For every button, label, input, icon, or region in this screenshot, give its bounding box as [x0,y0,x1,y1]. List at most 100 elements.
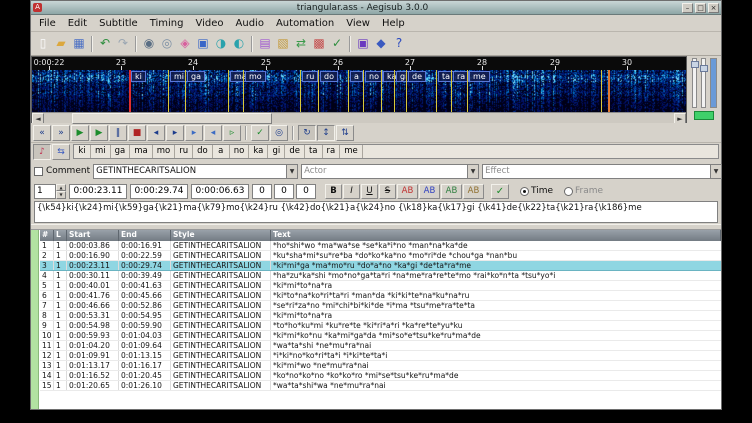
syllable-divider-line[interactable] [381,70,382,112]
menu-audio[interactable]: Audio [230,17,270,30]
menu-help[interactable]: Help [376,17,411,30]
auto-scroll-toggle[interactable]: ↕ [317,125,335,141]
menu-automation[interactable]: Automation [270,17,340,30]
find-icon[interactable]: ◉ [140,35,158,53]
minimize-button[interactable]: – [682,3,693,13]
stop-button[interactable]: ■ [128,125,146,141]
karaoke-syllable-label[interactable]: me [469,71,490,82]
syllable-divider-line[interactable] [348,70,349,112]
resample-resolution-icon[interactable]: ▩ [310,35,328,53]
subtitle-row-5[interactable]: 510:00:40.010:00:41.63GETINTHECARITSALIO… [40,281,721,291]
selection-end-line[interactable] [608,70,610,112]
karaoke-syllable-de[interactable]: de [285,145,305,158]
grid-header-text[interactable]: Text [271,230,721,241]
menu-timing[interactable]: Timing [144,17,190,30]
syllable-divider-line[interactable] [601,70,602,112]
subtitle-row-8[interactable]: 810:00:53.310:00:54.95GETINTHECARITSALIO… [40,311,721,321]
styling-assistant-icon[interactable]: ▧ [274,35,292,53]
scrollbar-track[interactable] [44,113,674,124]
maximize-button[interactable]: □ [695,3,706,13]
shadow-color-button[interactable]: AB [463,184,484,199]
effect-combo[interactable]: Effect ▼ [482,164,722,179]
karaoke-syllable-ta[interactable]: ta [305,145,323,158]
karaoke-syllable-a[interactable]: a [213,145,230,158]
underline-button[interactable]: U [361,184,378,199]
selection-start-line[interactable] [129,70,131,112]
play-last-500ms-button[interactable]: ◂ [204,125,222,141]
actor-combo[interactable]: Actor ▼ [301,164,479,179]
shift-times-icon[interactable]: ◑ [212,35,230,53]
end-time-field[interactable]: 0:00:29.74 [130,184,188,199]
audio-scrollbar[interactable]: ◄ ► [32,112,686,124]
menu-view[interactable]: View [340,17,376,30]
styles-manager-icon[interactable]: ▤ [256,35,274,53]
karaoke-syllable-ki[interactable]: ki [74,145,91,158]
close-button[interactable]: × [708,3,719,13]
subtitle-row-10[interactable]: 1010:00:59.930:01:04.03GETINTHECARITSALI… [40,331,721,341]
h-zoom-thumb[interactable] [691,61,699,68]
play-first-500ms-button[interactable]: ▸ [185,125,203,141]
frame-radio[interactable]: Frame [564,186,603,196]
menu-file[interactable]: File [33,17,62,30]
karaoke-syllable-label[interactable]: do [320,71,338,82]
karaoke-mode-toggle[interactable]: ♪ [33,144,51,160]
karaoke-syllable-mi[interactable]: mi [91,145,111,158]
subtitle-row-4[interactable]: 410:00:30.110:00:39.49GETINTHECARITSALIO… [40,271,721,281]
pause-button[interactable]: ‖ [109,125,127,141]
automation-icon[interactable]: ▣ [354,35,372,53]
grid-header-start[interactable]: Start [67,230,119,241]
combo-arrow-icon[interactable]: ▼ [286,165,297,178]
comment-checkbox[interactable] [34,167,43,176]
play-line-button[interactable]: ▶ [90,125,108,141]
karaoke-syllable-label[interactable]: ki [131,71,146,82]
syllable-divider-line[interactable] [406,70,407,112]
play-to-end-button[interactable]: ▹ [223,125,241,141]
translation-assistant-icon[interactable]: ⇄ [292,35,310,53]
margin-field-3[interactable]: 0 [296,184,316,199]
karaoke-split-button[interactable]: ⇆ [52,144,70,160]
subtitle-row-15[interactable]: 1510:01:20.650:01:26.10GETINTHECARITSALI… [40,381,721,391]
subtitle-text-editor[interactable]: {\k54}ki{\k24}mi{\k59}ga{\k21}ma{\k79}mo… [34,201,718,223]
karaoke-syllable-me[interactable]: me [340,145,363,158]
prev-line-button[interactable]: « [33,125,51,141]
volume-slider[interactable] [710,58,717,108]
layer-spinner[interactable]: 1 ▲ ▼ [34,184,66,199]
syllable-divider-line[interactable] [318,70,319,112]
save-subtitles-icon[interactable]: ▦ [70,35,88,53]
karaoke-syllable-ra[interactable]: ra [323,145,341,158]
margin-field-2[interactable]: 0 [274,184,294,199]
syllable-divider-line[interactable] [394,70,395,112]
karaoke-syllable-ma[interactable]: ma [130,145,153,158]
syllable-divider-line[interactable] [363,70,364,112]
auto-commit-toggle[interactable]: ↻ [298,125,316,141]
timing-postprocessor-icon[interactable]: ◐ [230,35,248,53]
strikeout-button[interactable]: S [379,184,396,199]
redo-icon[interactable]: ↷ [114,35,132,53]
start-time-field[interactable]: 0:00:23.11 [69,184,127,199]
open-subtitles-icon[interactable]: ▰ [52,35,70,53]
syllable-divider-line[interactable] [300,70,301,112]
time-radio[interactable]: Time [520,186,553,196]
new-subtitles-icon[interactable]: ▯ [34,35,52,53]
karaoke-syllable-label[interactable]: ga [187,71,205,82]
primary-color-button[interactable]: AB [397,184,418,199]
menu-video[interactable]: Video [190,17,230,30]
outline-color-button[interactable]: AB [441,184,462,199]
properties-icon[interactable]: ◈ [176,35,194,53]
subtitle-row-14[interactable]: 1410:01:16.520:01:20.45GETINTHECARITSALI… [40,371,721,381]
spell-checker-icon[interactable]: ✓ [328,35,346,53]
play-selection-button[interactable]: ▶ [71,125,89,141]
subtitle-row-6[interactable]: 610:00:41.760:00:45.66GETINTHECARITSALIO… [40,291,721,301]
bold-button[interactable]: B [325,184,342,199]
subtitle-row-7[interactable]: 710:00:46.660:00:52.86GETINTHECARITSALIO… [40,301,721,311]
spin-up-icon[interactable]: ▲ [56,184,66,192]
toggle-tag-hiding-icon[interactable]: ◆ [372,35,390,53]
video-details-icon[interactable]: ▣ [194,35,212,53]
goto-selection-button[interactable]: ◎ [270,125,288,141]
syllable-divider-line[interactable] [436,70,437,112]
commit-button[interactable]: ✓ [491,184,509,199]
syllable-divider-line[interactable] [451,70,452,112]
karaoke-syllable-label[interactable]: de [408,71,426,82]
karaoke-syllable-label[interactable]: mo [245,71,266,82]
vertical-zoom-slider[interactable] [701,58,706,108]
